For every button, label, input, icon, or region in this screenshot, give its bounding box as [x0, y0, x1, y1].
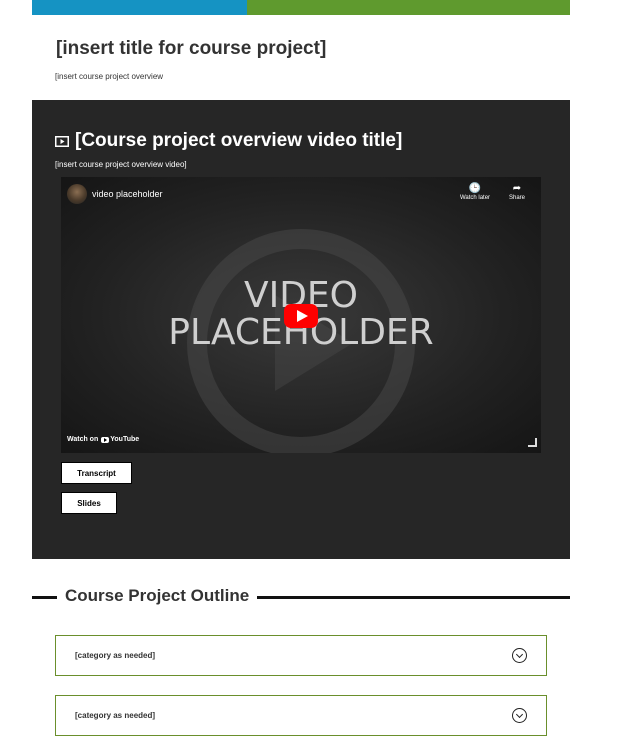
share-label: Share: [508, 195, 525, 201]
watch-later-button[interactable]: 🕒 Watch later: [457, 183, 493, 201]
chevron-down-circle-icon[interactable]: [512, 708, 527, 723]
share-button[interactable]: ➦ Share: [499, 183, 535, 201]
youtube-logo-icon: [101, 436, 110, 443]
youtube-logo: YouTube: [101, 436, 139, 443]
slides-button[interactable]: Slides: [61, 492, 117, 514]
watch-later-label: Watch later: [459, 195, 491, 201]
accordion-item[interactable]: [category as needed]: [55, 635, 547, 676]
page-title: [insert title for course project]: [56, 38, 327, 59]
video-channel-name[interactable]: video placeholder: [92, 189, 163, 199]
accordion-label: [category as needed]: [75, 711, 156, 720]
share-arrow-icon: ➦: [512, 183, 522, 194]
transcript-button[interactable]: Transcript: [61, 462, 132, 484]
outline-title: Course Project Outline: [57, 586, 258, 606]
brand-bar-green: [247, 0, 570, 15]
clock-icon: 🕒: [468, 183, 482, 194]
video-subtitle: [insert course project overview video]: [55, 160, 187, 169]
brand-color-bar: [32, 0, 570, 15]
accordion-item[interactable]: [category as needed]: [55, 695, 547, 736]
video-title-text: [Course project overview video title]: [75, 130, 403, 151]
accordion-label: [category as needed]: [75, 651, 156, 660]
video-section: [Course project overview video title] [i…: [32, 100, 570, 559]
youtube-play-button[interactable]: [284, 304, 318, 328]
brand-bar-blue: [32, 0, 247, 15]
watch-on-label: Watch on: [67, 436, 99, 443]
outline-heading: Course Project Outline: [32, 586, 570, 608]
course-overview-text: [insert course project overview: [55, 72, 164, 81]
chevron-down-circle-icon[interactable]: [512, 648, 527, 663]
video-play-icon: [55, 135, 69, 147]
channel-avatar[interactable]: [67, 184, 87, 204]
youtube-logo-text: YouTube: [110, 436, 140, 443]
watch-on-youtube-link[interactable]: Watch on YouTube: [67, 436, 139, 443]
fullscreen-corner-icon[interactable]: [528, 438, 537, 447]
video-player[interactable]: VIDEO PLACEHOLDER video placeholder 🕒 Wa…: [61, 177, 541, 453]
video-title: [Course project overview video title]: [55, 130, 402, 152]
